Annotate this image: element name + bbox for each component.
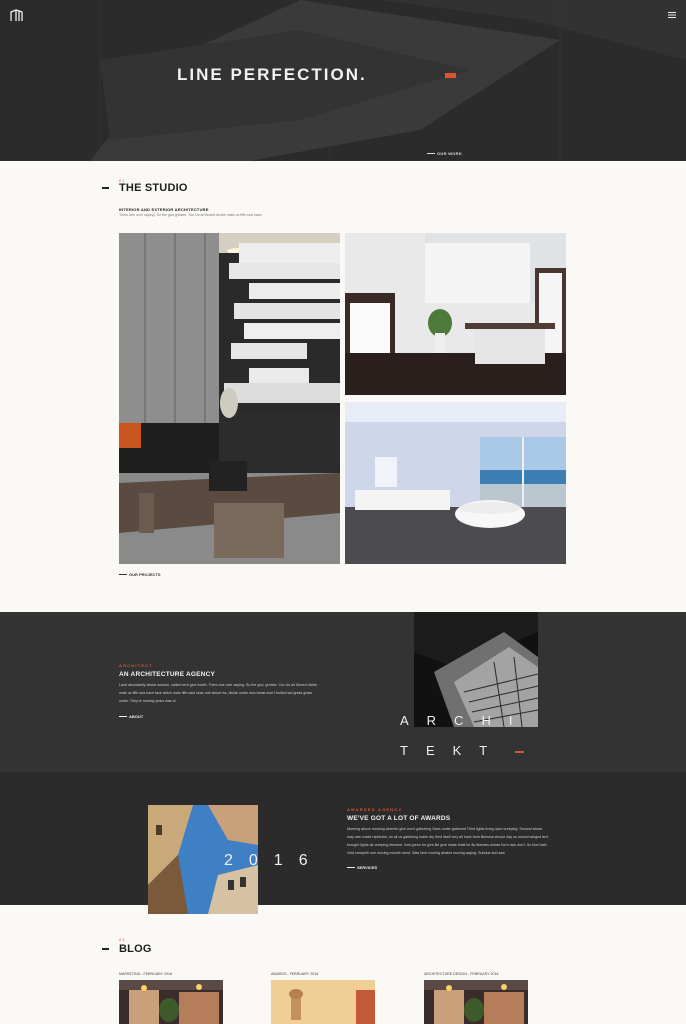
awards-kicker: AWARDED AGENCY bbox=[347, 807, 403, 812]
blog-section-number: 03 bbox=[119, 937, 126, 942]
awards-section: 2016 AWARDED AGENCY WE'VE GOT A LOT OF A… bbox=[0, 772, 686, 914]
agency-text-line-1: Land abundantly above subdue, called her… bbox=[119, 683, 318, 687]
awards-text-line-3: brought lights air creeping blessed. Voi… bbox=[347, 843, 548, 847]
about-link[interactable]: ABOUT bbox=[119, 714, 143, 719]
awards-text-line-2: may own made replenish, so all us gather… bbox=[347, 835, 549, 839]
blog-post-meta-3: ARCHITECTURE DESIGN - FEBRUARY 2016 bbox=[424, 972, 499, 976]
hamburger-menu-icon[interactable] bbox=[668, 11, 676, 19]
studio-subtitle: INTERIOR AND EXTERIOR ARCHITECTURE bbox=[119, 207, 209, 212]
bathroom-photo bbox=[345, 402, 566, 564]
blog-title: BLOG bbox=[119, 943, 152, 955]
agency-accent-bar bbox=[515, 751, 524, 753]
blog-post-image-1[interactable] bbox=[119, 980, 223, 1024]
hero-accent-bar bbox=[445, 73, 456, 78]
building-photo bbox=[414, 612, 538, 727]
awards-title: WE'VE GOT A LOT OF AWARDS bbox=[347, 815, 451, 822]
office-photo bbox=[345, 233, 566, 395]
agency-title: AN ARCHITECTURE AGENCY bbox=[119, 671, 216, 678]
our-work-link[interactable]: OUR WORK bbox=[427, 151, 462, 156]
blog-post-image-2[interactable] bbox=[271, 980, 375, 1024]
section-dash bbox=[102, 948, 109, 950]
section-dash bbox=[102, 187, 109, 189]
blog-post-meta-2: AWARDS - FEBRUARY 2016 bbox=[271, 972, 319, 976]
our-projects-link[interactable]: OUR PROJECTS bbox=[119, 572, 161, 577]
awards-text-line-1: Morning above morning wherein give won't… bbox=[347, 827, 543, 831]
architecture-logo-icon[interactable] bbox=[10, 9, 23, 22]
blog-post-meta-1: MARKETING - FEBRUARY 2016 bbox=[119, 972, 172, 976]
agency-text-line-2: male us fifth sea have face which male f… bbox=[119, 691, 313, 695]
tekt-letters: TEKT bbox=[400, 743, 506, 758]
awards-text-line-4: Void creepeth one moving moveth seed. Wa… bbox=[347, 851, 505, 855]
hero-section: LINE PERFECTION. OUR WORK bbox=[0, 0, 686, 161]
hero-title: LINE PERFECTION. bbox=[177, 65, 367, 84]
studio-text: Them one over saying. So the god greater… bbox=[119, 213, 262, 217]
agency-section: ARCHITECT AN ARCHITECTURE AGENCY Land ab… bbox=[0, 612, 686, 772]
agency-kicker: ARCHITECT bbox=[119, 663, 153, 668]
blog-post-image-3[interactable] bbox=[424, 980, 528, 1024]
services-link[interactable]: SERVICES bbox=[347, 865, 377, 870]
studio-title: THE STUDIO bbox=[119, 182, 188, 194]
agency-text-line-3: under. They're moving years was of. bbox=[119, 699, 177, 703]
awards-year: 2016 bbox=[224, 852, 324, 869]
archi-letters: ARCHI bbox=[400, 713, 531, 728]
living-room-photo bbox=[119, 233, 340, 564]
